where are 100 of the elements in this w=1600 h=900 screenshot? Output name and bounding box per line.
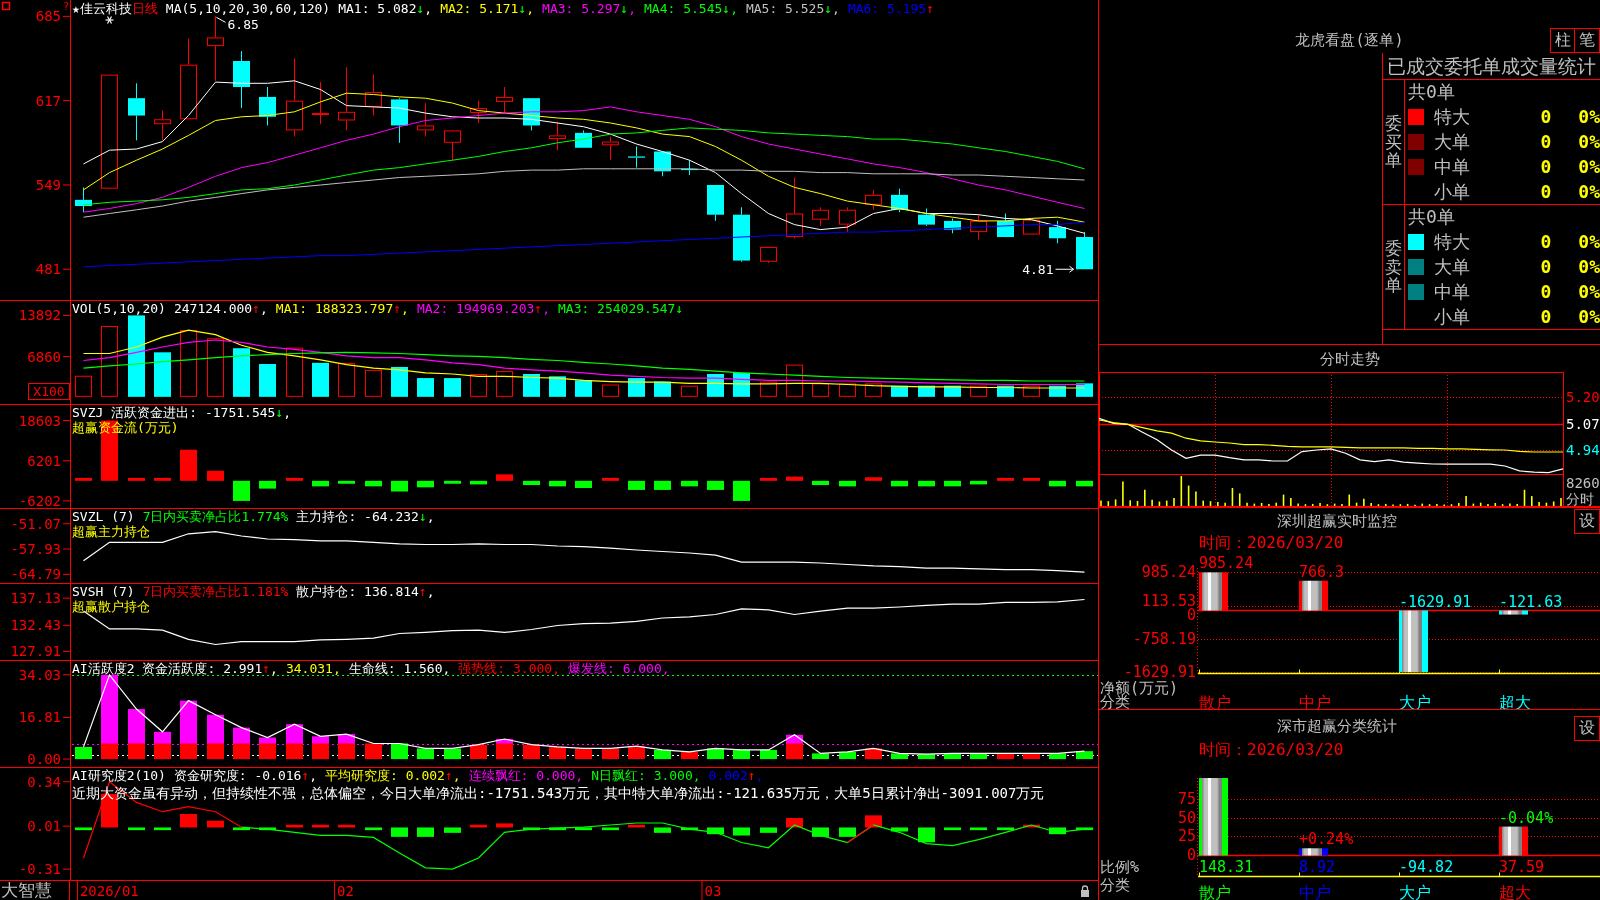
- panel-title: 深市超赢分类统计: [1276, 716, 1397, 735]
- axis-label: -51.07: [10, 515, 61, 532]
- value-label: 985.24: [1199, 554, 1254, 573]
- axis-label: 137.13: [10, 590, 61, 607]
- value-label: 766.3: [1299, 562, 1345, 581]
- row-label: 中单: [1434, 280, 1470, 303]
- axis-label: 75: [1177, 789, 1196, 808]
- axis-title: 分类: [1100, 876, 1130, 894]
- brand-label: 大智慧: [0, 881, 70, 900]
- row-label: 小单: [1434, 180, 1470, 203]
- axis-label: 985.24: [1141, 563, 1196, 582]
- ratio-value: 8.92: [1299, 858, 1336, 876]
- axis-label: 6201: [27, 452, 61, 469]
- axis-label: 481: [35, 261, 61, 278]
- panel-title: 龙虎看盘(逐单): [1295, 31, 1404, 49]
- unit-label: X100: [28, 383, 70, 400]
- category-label: 大户: [1399, 692, 1431, 709]
- axis-label: 2026/01: [79, 882, 139, 899]
- value-label: -1629.91: [1399, 592, 1472, 611]
- panel-title: 分时走势: [1319, 349, 1380, 368]
- count-value: 0: [1540, 130, 1552, 153]
- share-value: 0%: [1578, 180, 1600, 203]
- axis-label: 132.43: [10, 617, 61, 634]
- axis-label: 50: [1177, 808, 1196, 827]
- axis-label: 0: [1186, 846, 1196, 864]
- time-label: 时间：2026/03/20: [1199, 741, 1344, 759]
- axis-label: 03: [704, 882, 722, 899]
- help-mark: ?: [62, 0, 70, 13]
- category-label: 中户: [1299, 882, 1331, 900]
- axis-label: 0: [1186, 605, 1196, 624]
- count-value: 0: [1540, 305, 1552, 328]
- row-label: 特大: [1434, 105, 1470, 128]
- share-value: 0%: [1578, 255, 1600, 278]
- count-value: 0: [1540, 180, 1552, 203]
- chart-legend: VOL(5,10,20) 247124.000↑, MA1: 188323.797↑, MA2: 194969.203↑, MA3: 254029.547↓: [72, 301, 684, 316]
- row-label: 大单: [1434, 255, 1470, 278]
- value-label: -121.63: [1499, 592, 1563, 611]
- chart-legend: SVZJ 活跃资金进出: -1751.545↓,: [72, 405, 292, 420]
- row-label: 大单: [1434, 130, 1470, 153]
- count-value: 0: [1540, 280, 1552, 303]
- axis-label: 16.81: [18, 709, 61, 726]
- category-label: 散户: [1199, 882, 1231, 900]
- chart-legend: ★佳云科技日线 MA(5,10,20,30,60,120) MA1: 5.082↓, MA2: 5.171↓, MA3: 5.297↓, MA4: 5.545↓, MA5: 5.525↓, MA6: 5.195↑: [72, 1, 934, 16]
- axis-label: 5.07: [1566, 415, 1600, 432]
- axis-title: 比例%: [1100, 858, 1140, 876]
- axis-label: 5.20: [1566, 389, 1600, 406]
- price-annotation: 6.85: [227, 16, 259, 32]
- change-label: -0.04%: [1499, 808, 1554, 827]
- category-label: 散户: [1199, 692, 1231, 709]
- axis-label: 18603: [18, 412, 61, 429]
- row-label: 特大: [1434, 230, 1470, 253]
- chart-subtitle: 超赢散户持仓: [72, 599, 150, 614]
- table-title: 已成交委托单成交量统计: [1383, 53, 1600, 80]
- count-value: 0: [1540, 255, 1552, 278]
- chart-subtitle: 超赢主力持仓: [72, 524, 150, 539]
- group-total: 共0单: [1408, 206, 1455, 228]
- axis-label: 25: [1177, 827, 1196, 846]
- category-label: 大户: [1399, 882, 1431, 900]
- axis-label: -1629.91: [1123, 663, 1196, 682]
- axis-label: -64.79: [10, 566, 61, 583]
- count-value: 0: [1540, 230, 1552, 253]
- group-label: 委买单: [1385, 113, 1402, 171]
- share-value: 0%: [1578, 130, 1600, 153]
- axis-label: 13892: [18, 307, 61, 324]
- group-label: 委卖单: [1385, 238, 1402, 296]
- share-value: 0%: [1578, 155, 1600, 178]
- category-label: 中户: [1299, 692, 1331, 709]
- category-label: 超大: [1499, 692, 1531, 709]
- row-label: 小单: [1434, 305, 1470, 328]
- count-value: 0: [1540, 105, 1552, 128]
- axis-label: 0.34: [27, 773, 61, 790]
- axis-label: 34.03: [18, 666, 61, 683]
- axis-label: 617: [35, 92, 61, 109]
- axis-title: 分时: [1566, 490, 1594, 506]
- time-label: 时间：2026/03/20: [1199, 534, 1344, 552]
- price-annotation: 4.81: [1022, 261, 1054, 277]
- panel-title: 深圳超赢实时监控: [1276, 512, 1397, 530]
- ratio-value: 148.31: [1199, 858, 1254, 876]
- scale-label: 8260: [1566, 475, 1600, 491]
- change-label: +0.24%: [1299, 830, 1354, 849]
- chart-legend: AI活跃度2 资金活跃度: 2.991↑, 34.031, 生命线: 1.560, 强势线: 3.000, 爆发线: 6.000,: [72, 661, 670, 676]
- group-total: 共0单: [1408, 81, 1455, 103]
- axis-label: 0.00: [27, 751, 61, 767]
- share-value: 0%: [1578, 230, 1600, 253]
- axis-label: 127.91: [10, 643, 61, 660]
- chart-legend: AI研究度2(10) 资金研究度: -0.016↑, 平均研究度: 0.002↑, 连续飘红: 0.000, N日飘红: 3.000, 0.002↑,: [72, 768, 764, 783]
- row-label: 中单: [1434, 155, 1470, 178]
- axis-label: -57.93: [10, 541, 61, 558]
- chart-legend: SVZL (7) 7日内买卖净占比1.774% 主力持仓: -64.232↓,: [72, 509, 435, 524]
- category-label: 超大: [1499, 882, 1531, 900]
- share-value: 0%: [1578, 305, 1600, 328]
- axis-label: 4.94: [1566, 441, 1600, 458]
- axis-label: 0.01: [27, 818, 61, 835]
- share-value: 0%: [1578, 280, 1600, 303]
- ratio-value: -94.82: [1399, 858, 1454, 876]
- axis-label: 549: [35, 176, 61, 193]
- axis-label: 6860: [27, 348, 61, 365]
- share-value: 0%: [1578, 105, 1600, 128]
- axis-label: -758.19: [1132, 629, 1196, 648]
- axis-label: 685: [35, 8, 61, 25]
